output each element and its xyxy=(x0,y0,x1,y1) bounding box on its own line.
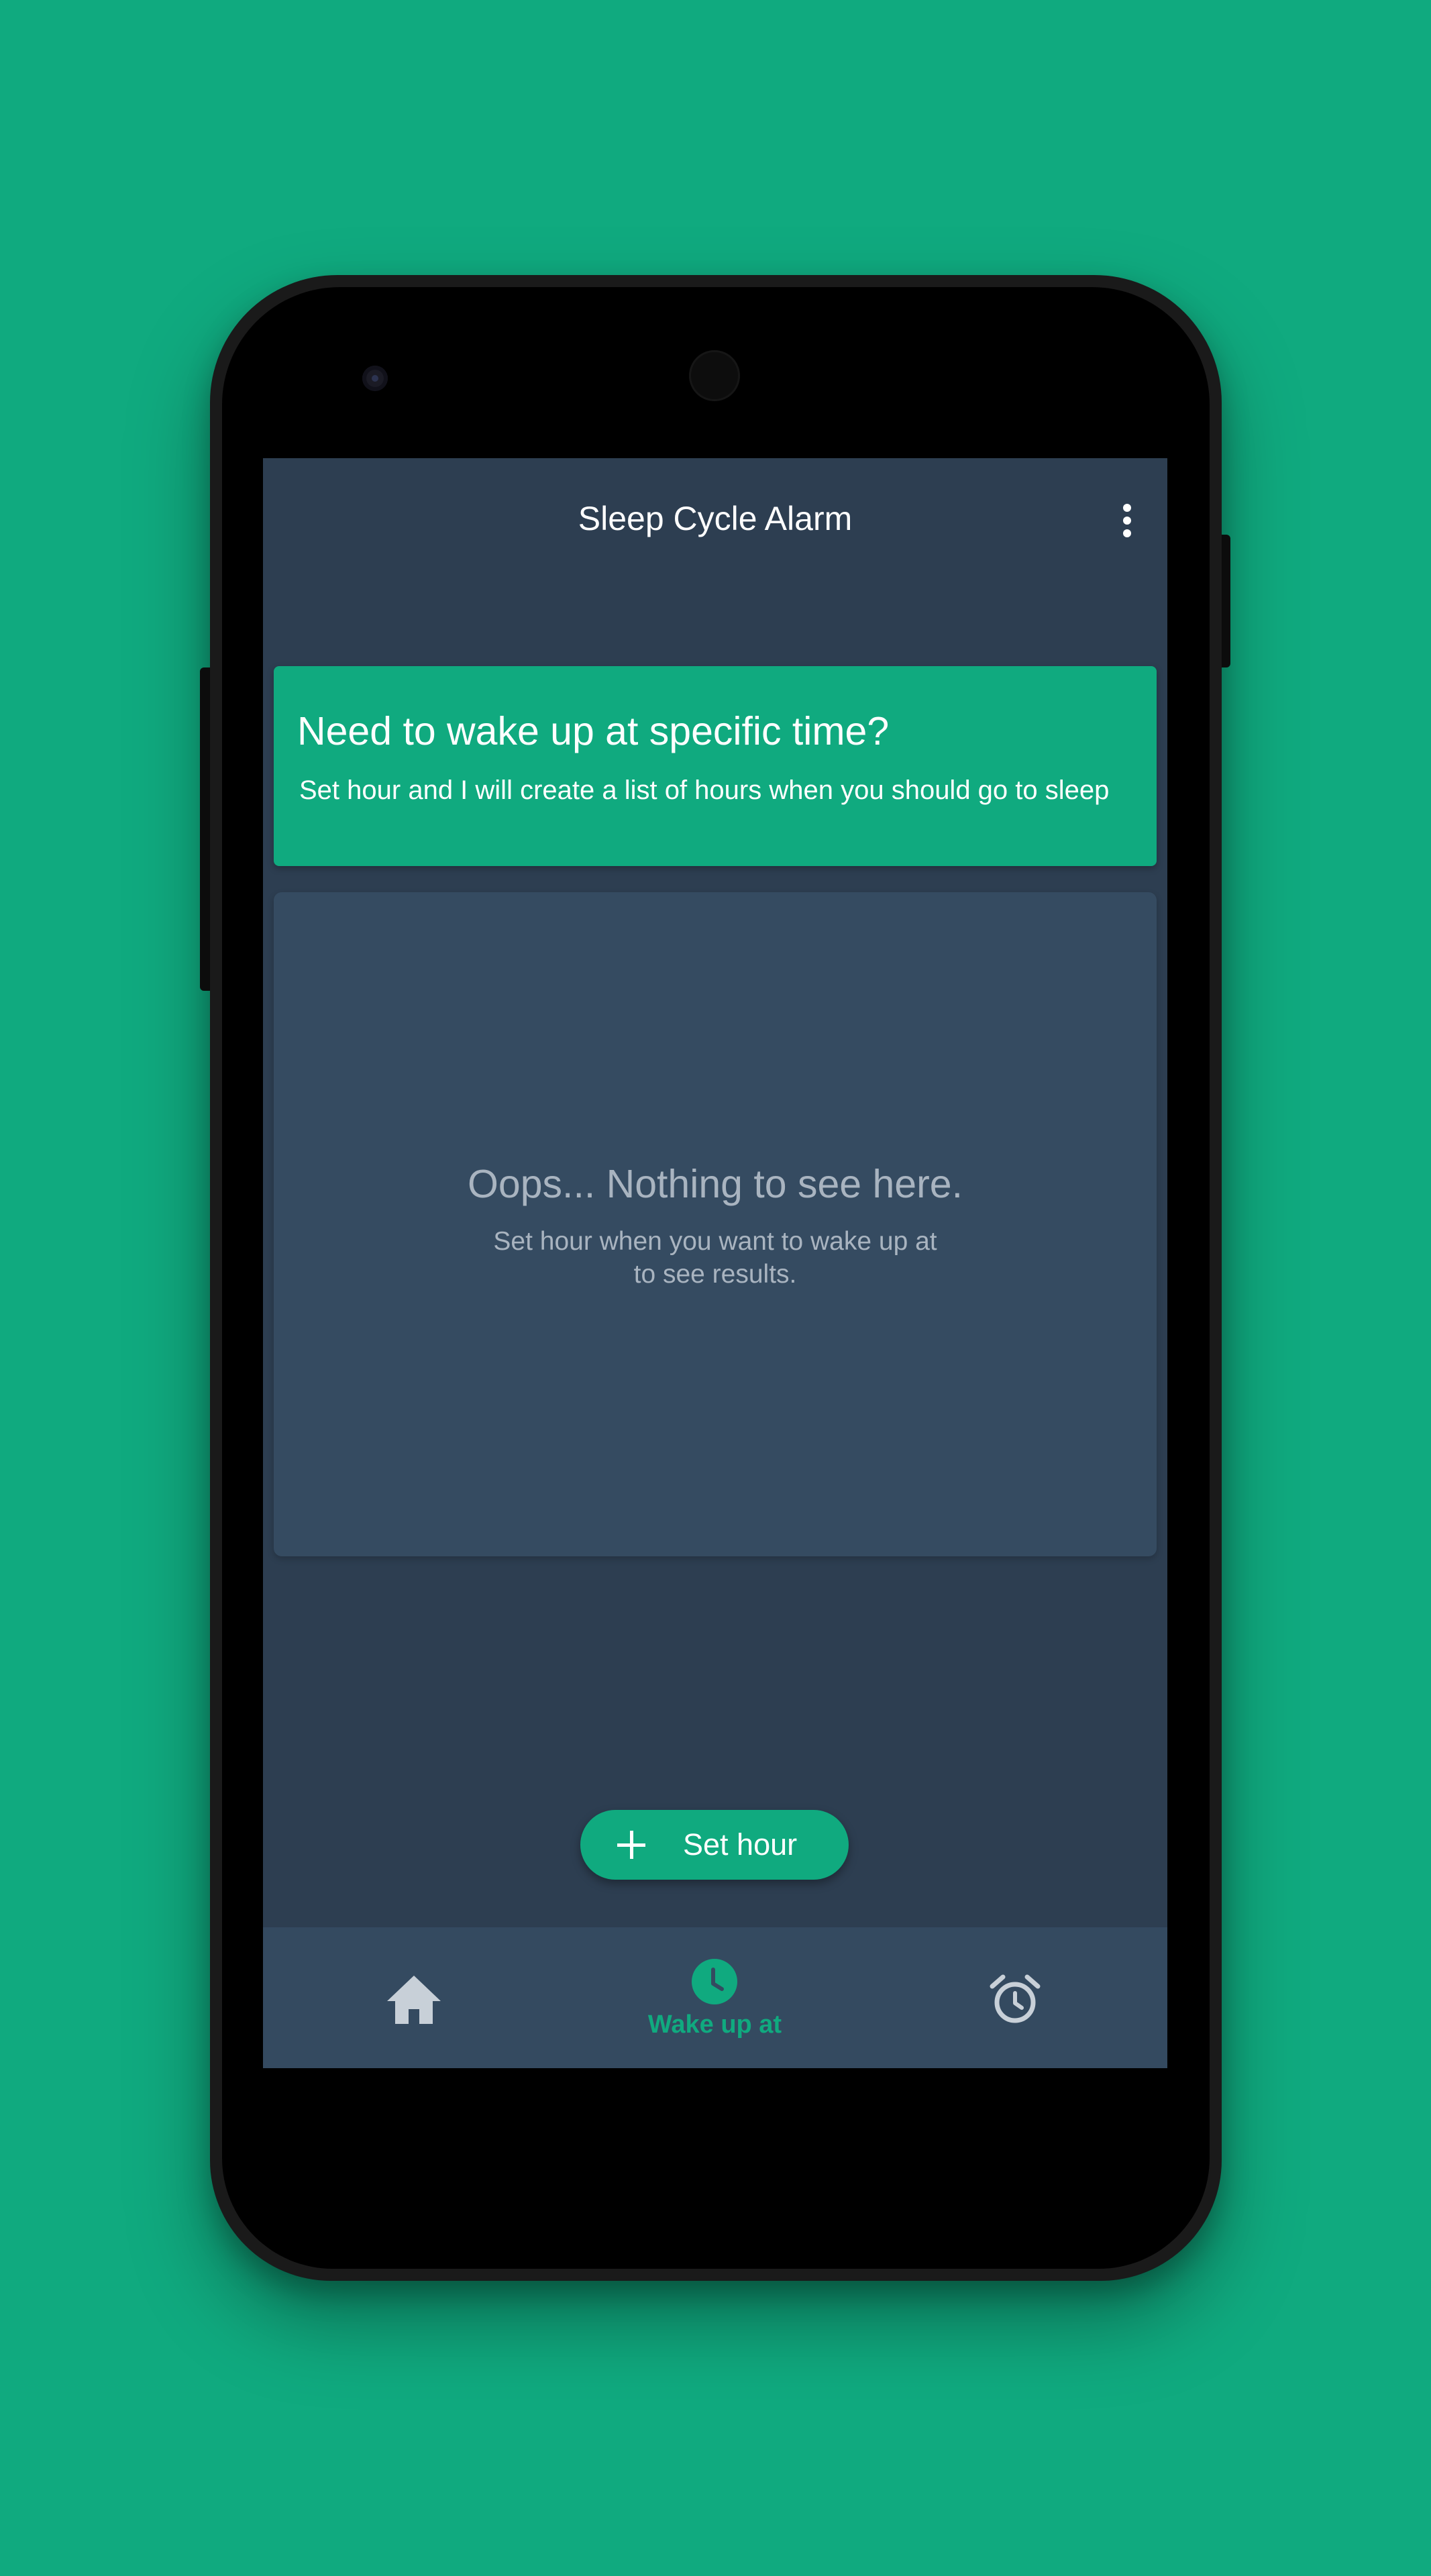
nav-item-wake-up-at[interactable]: Wake up at xyxy=(564,1927,865,2068)
results-card: Oops... Nothing to see here. Set hour wh… xyxy=(274,892,1157,1556)
overflow-menu-icon[interactable] xyxy=(1114,498,1141,545)
info-card: Need to wake up at specific time? Set ho… xyxy=(274,666,1157,866)
info-card-title: Need to wake up at specific time? xyxy=(297,709,890,753)
front-camera xyxy=(362,366,388,391)
empty-state-subtitle: Set hour when you want to wake up at to … xyxy=(274,1225,1157,1291)
empty-state-subtitle-line: Set hour when you want to wake up at xyxy=(493,1227,937,1256)
set-hour-label: Set hour xyxy=(683,1827,798,1862)
app-screen: Sleep Cycle Alarm Need to wake up at spe… xyxy=(263,458,1167,2068)
nav-item-label: Wake up at xyxy=(647,2010,782,2039)
empty-state-title: Oops... Nothing to see here. xyxy=(468,1162,963,1206)
home-icon xyxy=(387,1976,441,2024)
nav-item-alarm[interactable] xyxy=(865,1927,1167,2068)
nav-item-home[interactable] xyxy=(263,1927,564,2068)
phone-earpiece xyxy=(689,350,740,401)
info-card-subtitle: Set hour and I will create a list of hou… xyxy=(299,775,1110,805)
plus-icon xyxy=(616,1829,647,1860)
app-title: Sleep Cycle Alarm xyxy=(578,500,853,537)
empty-state-subtitle-line: to see results. xyxy=(633,1260,797,1289)
bottom-navigation: Wake up at xyxy=(263,1927,1167,2068)
app-bar: Sleep Cycle Alarm xyxy=(263,458,1167,589)
clock-icon xyxy=(692,1959,737,2004)
set-hour-button[interactable]: Set hour xyxy=(580,1810,849,1880)
alarm-clock-icon xyxy=(990,1974,1041,2023)
